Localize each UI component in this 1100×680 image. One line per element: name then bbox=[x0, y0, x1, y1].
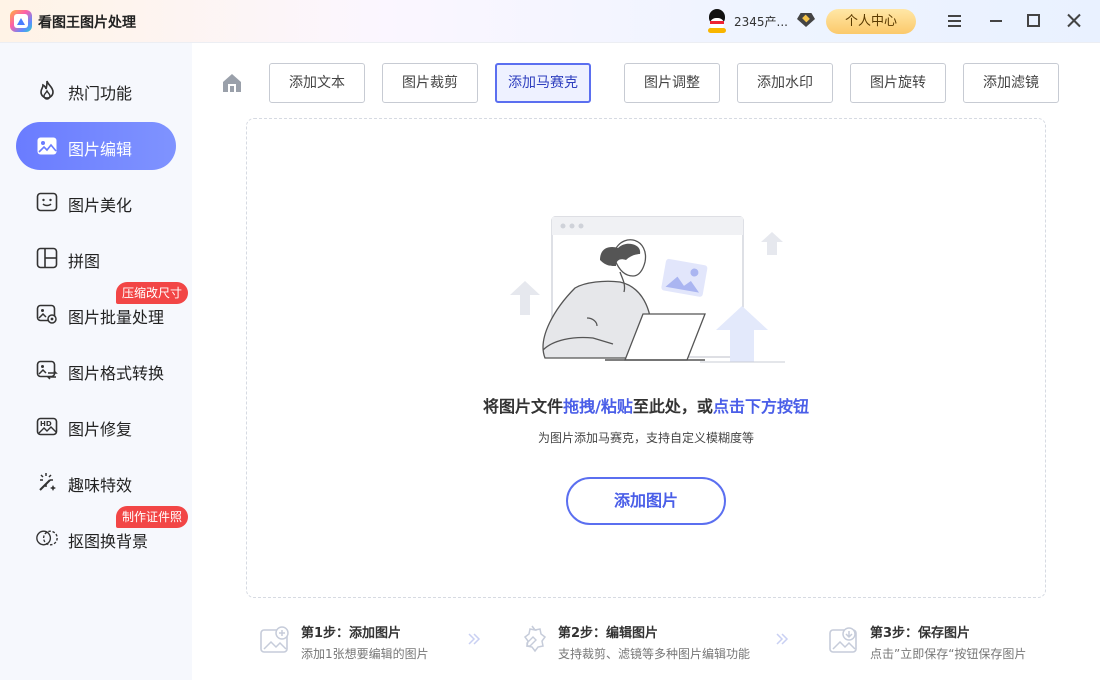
drop-instruction: 将图片文件拖拽/粘贴至此处，或点击下方按钮 bbox=[246, 393, 1046, 417]
chevron-right-icon bbox=[776, 633, 789, 645]
sidebar-item-label: 图片格式转换 bbox=[68, 364, 165, 383]
format-convert-icon bbox=[36, 360, 58, 380]
svg-text:HD: HD bbox=[40, 420, 52, 428]
app-logo-icon bbox=[10, 10, 32, 32]
drop-text-drag-paste: 拖拽/粘贴 bbox=[563, 397, 633, 416]
drop-text-click-button: 点击下方按钮 bbox=[712, 397, 809, 416]
maximize-icon[interactable] bbox=[1024, 11, 1044, 31]
sidebar-item-image-edit[interactable]: 图片编辑 bbox=[16, 122, 176, 170]
drop-text-pre: 将图片文件 bbox=[483, 397, 564, 416]
tool-rotate-button[interactable]: 图片旋转 bbox=[850, 63, 946, 103]
app-title: 看图王图片处理 bbox=[38, 15, 136, 31]
cutout-icon bbox=[36, 530, 58, 546]
edit-image-step-icon bbox=[523, 625, 547, 653]
sidebar-item-label: 抠图换背景 bbox=[68, 532, 149, 551]
sidebar-item-label: 趣味特效 bbox=[68, 476, 133, 495]
step-title: 第1步：添加图片 bbox=[301, 626, 402, 641]
tool-filter-button[interactable]: 添加滤镜 bbox=[963, 63, 1059, 103]
save-image-step-icon bbox=[829, 627, 857, 653]
hd-repair-icon: HD bbox=[36, 417, 58, 436]
batch-image-icon bbox=[36, 304, 57, 324]
step-desc: 添加1张想要编辑的图片 bbox=[301, 647, 429, 661]
sidebar-item-effects[interactable]: 趣味特效 bbox=[16, 458, 176, 506]
image-edit-icon bbox=[37, 137, 57, 155]
drop-text-mid: 至此处，或 bbox=[632, 397, 713, 416]
chevron-right-icon bbox=[468, 633, 481, 645]
sidebar-item-collage[interactable]: 拼图 bbox=[16, 234, 176, 282]
magic-wand-icon bbox=[39, 473, 56, 491]
add-image-step-icon bbox=[260, 626, 289, 653]
minimize-icon[interactable] bbox=[987, 11, 1007, 31]
tool-add-text-button[interactable]: 添加文本 bbox=[269, 63, 365, 103]
tool-mosaic-button[interactable]: 添加马赛克 bbox=[495, 63, 591, 103]
step-desc: 支持裁剪、滤镜等多种图片编辑功能 bbox=[558, 647, 751, 661]
flame-icon bbox=[40, 80, 54, 100]
step-title: 第2步：编辑图片 bbox=[558, 626, 659, 641]
add-image-button[interactable]: 添加图片 bbox=[566, 477, 726, 525]
sidebar-item-label: 图片批量处理 bbox=[68, 308, 165, 327]
sidebar-item-label: 拼图 bbox=[68, 252, 101, 271]
sidebar-item-label: 图片编辑 bbox=[68, 140, 133, 159]
image-beautify-icon bbox=[36, 192, 58, 212]
home-icon[interactable] bbox=[221, 72, 243, 94]
collage-icon bbox=[36, 247, 58, 269]
upload-illustration bbox=[510, 216, 785, 363]
sidebar-item-format-convert[interactable]: 图片格式转换 bbox=[16, 346, 176, 394]
drop-subtitle: 为图片添加马赛克，支持自定义模糊度等 bbox=[537, 431, 754, 445]
sidebar-item-label: 图片美化 bbox=[68, 196, 133, 215]
sidebar-item-beautify[interactable]: 图片美化 bbox=[16, 178, 176, 226]
user-center-button[interactable]: 个人中心 bbox=[826, 9, 916, 34]
sidebar-item-label: 热门功能 bbox=[68, 84, 133, 103]
step-title: 第3步：保存图片 bbox=[870, 626, 971, 641]
qq-penguin-icon[interactable] bbox=[706, 9, 728, 33]
title-bar: 看图王图片处理 2345产... 个人中心 bbox=[0, 0, 1100, 43]
badge-id-photo: 制作证件照 bbox=[116, 506, 189, 528]
badge-compress-resize: 压缩改尺寸 bbox=[116, 282, 189, 304]
vip-diamond-icon[interactable] bbox=[797, 13, 815, 27]
tool-crop-button[interactable]: 图片裁剪 bbox=[382, 63, 478, 103]
sidebar-item-repair[interactable]: HD 图片修复 bbox=[16, 402, 176, 450]
sidebar-item-hot[interactable]: 热门功能 bbox=[16, 66, 176, 114]
sidebar-item-label: 图片修复 bbox=[68, 420, 133, 439]
username[interactable]: 2345产... bbox=[734, 13, 788, 30]
menu-icon[interactable] bbox=[945, 11, 965, 31]
tool-watermark-button[interactable]: 添加水印 bbox=[737, 63, 833, 103]
tool-adjust-button[interactable]: 图片调整 bbox=[624, 63, 720, 103]
step-desc: 点击”立即保存“按钮保存图片 bbox=[870, 647, 1027, 661]
close-icon[interactable] bbox=[1064, 11, 1084, 31]
